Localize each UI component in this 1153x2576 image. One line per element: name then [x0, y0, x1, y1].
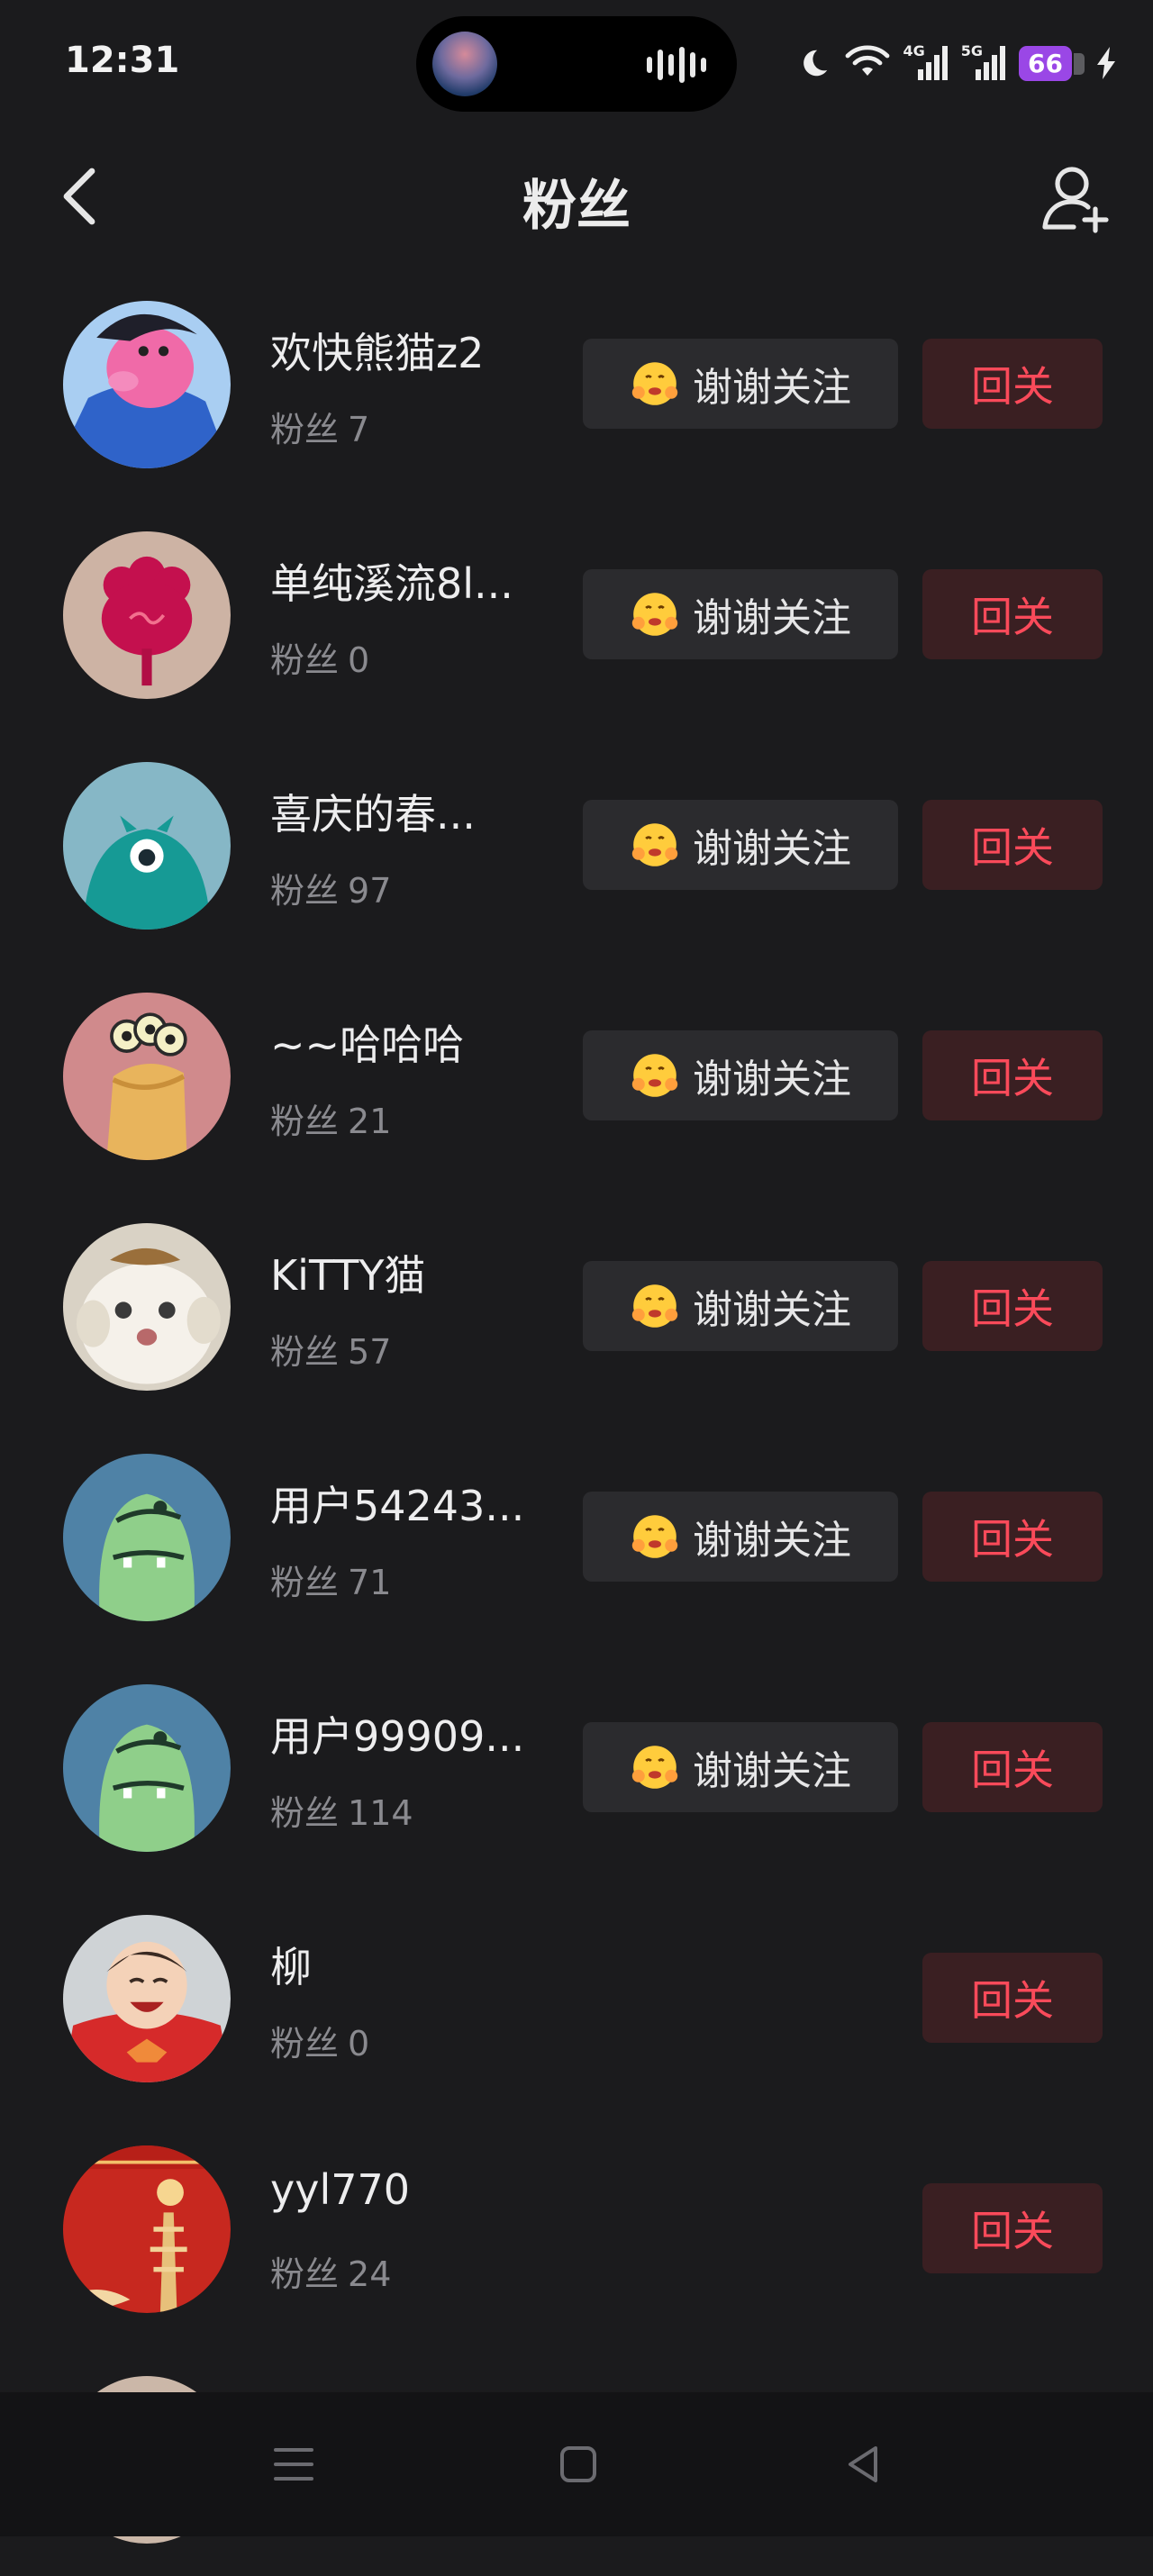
follow-back-button[interactable]: 回关: [922, 569, 1103, 659]
system-icons: 4G 5G 66: [797, 36, 1118, 90]
fans-count-text: 粉丝 114: [270, 1793, 413, 1833]
home-button[interactable]: [551, 2437, 605, 2491]
list-item[interactable]: 用户54243... 粉丝 71 谢谢关注 回关: [0, 1423, 1153, 1654]
thanks-follow-button[interactable]: 谢谢关注: [583, 1030, 898, 1120]
menu-icon: [274, 2448, 313, 2481]
avatar[interactable]: [63, 993, 231, 1160]
fans-count-text: 粉丝 21: [270, 1102, 392, 1141]
page-header: 粉丝: [0, 126, 1153, 270]
add-friend-button[interactable]: [1036, 159, 1117, 240]
list-item[interactable]: KiTTY猫 粉丝 57 谢谢关注 回关: [0, 1193, 1153, 1423]
dynamic-island[interactable]: [416, 16, 737, 112]
user-name: 用户99909...: [270, 1712, 525, 1761]
fans-count-text: 粉丝 57: [270, 1332, 392, 1372]
hug-emoji-icon: [631, 362, 678, 405]
list-item[interactable]: 喜庆的春... 粉丝 97 谢谢关注 回关: [0, 731, 1153, 962]
user-name: 用户54243...: [270, 1482, 525, 1530]
avatar[interactable]: [63, 301, 231, 468]
system-navigation-bar: [0, 2392, 1153, 2536]
moon-icon: [797, 46, 831, 80]
menu-button[interactable]: [267, 2437, 321, 2491]
thanks-follow-button[interactable]: 谢谢关注: [583, 569, 898, 659]
user-name: yyl770: [270, 2165, 411, 2214]
thanks-label: 谢谢关注: [693, 595, 851, 641]
status-time: 12:31: [65, 40, 180, 81]
battery-indicator: 66: [1019, 45, 1085, 81]
list-item[interactable]: yyl770 粉丝 24 回关: [0, 2115, 1153, 2345]
avatar[interactable]: [63, 762, 231, 930]
signal-4g-icon: 4G: [903, 42, 949, 80]
user-name: KiTTY猫: [270, 1251, 426, 1300]
follow-back-button[interactable]: 回关: [922, 1492, 1103, 1582]
list-item[interactable]: ~~哈哈哈 粉丝 21 谢谢关注 回关: [0, 962, 1153, 1193]
list-item[interactable]: 用户99909... 粉丝 114 谢谢关注 回关: [0, 1654, 1153, 1884]
follow-back-button[interactable]: 回关: [922, 1953, 1103, 2043]
hug-emoji-icon: [631, 593, 678, 636]
audio-wave-icon: [647, 47, 706, 83]
user-name: 欢快熊猫z2: [270, 329, 485, 377]
hug-emoji-icon: [631, 1515, 678, 1558]
thanks-label: 谢谢关注: [693, 365, 851, 411]
network-4g-label: 4G: [903, 41, 925, 59]
hug-emoji-icon: [631, 823, 678, 866]
fans-list: 欢快熊猫z2 粉丝 7 谢谢关注 回关 单纯溪流8l... 粉丝 0 谢谢关注 回关…: [0, 270, 1153, 2576]
fans-count-text: 粉丝 0: [270, 640, 370, 680]
status-bar: 12:31 4G 5G 66: [0, 0, 1153, 126]
thanks-label: 谢谢关注: [693, 1057, 851, 1102]
media-thumbnail: [432, 32, 497, 96]
hug-emoji-icon: [631, 1054, 678, 1097]
avatar[interactable]: [63, 1454, 231, 1621]
user-name: 喜庆的春...: [270, 790, 476, 839]
avatar[interactable]: [63, 2145, 231, 2313]
network-5g-label: 5G: [960, 41, 984, 59]
list-item[interactable]: 柳 粉丝 0 回关: [0, 1884, 1153, 2115]
follow-back-button[interactable]: 回关: [922, 1030, 1103, 1120]
user-name: 柳: [270, 1943, 312, 1991]
avatar[interactable]: [63, 1684, 231, 1852]
fans-count-text: 粉丝 7: [270, 410, 370, 449]
list-item[interactable]: 欢快熊猫z2 粉丝 7 谢谢关注 回关: [0, 270, 1153, 501]
thanks-follow-button[interactable]: 谢谢关注: [583, 800, 898, 890]
follow-back-button[interactable]: 回关: [922, 339, 1103, 429]
thanks-follow-button[interactable]: 谢谢关注: [583, 339, 898, 429]
page-title: 粉丝: [522, 175, 631, 238]
user-name: 单纯溪流8l...: [270, 559, 513, 608]
thanks-label: 谢谢关注: [693, 1518, 851, 1564]
thanks-label: 谢谢关注: [693, 1287, 851, 1333]
wifi-icon: [844, 45, 891, 81]
follow-back-button[interactable]: 回关: [922, 800, 1103, 890]
avatar[interactable]: [63, 531, 231, 699]
thanks-follow-button[interactable]: 谢谢关注: [583, 1492, 898, 1582]
thanks-follow-button[interactable]: 谢谢关注: [583, 1261, 898, 1351]
add-user-icon: [1042, 167, 1109, 233]
signal-5g-icon: 5G: [961, 42, 1006, 80]
home-square-icon: [560, 2446, 596, 2482]
thanks-label: 谢谢关注: [693, 826, 851, 872]
fans-count-text: 粉丝 0: [270, 2024, 370, 2064]
fans-count-text: 粉丝 97: [270, 871, 392, 911]
hug-emoji-icon: [631, 1284, 678, 1328]
follow-back-button[interactable]: 回关: [922, 1722, 1103, 1812]
avatar[interactable]: [63, 1915, 231, 2082]
system-back-button[interactable]: [836, 2437, 890, 2491]
list-item[interactable]: 单纯溪流8l... 粉丝 0 谢谢关注 回关: [0, 501, 1153, 731]
fans-count-text: 粉丝 24: [270, 2254, 392, 2294]
follow-back-button[interactable]: 回关: [922, 2183, 1103, 2273]
follow-back-button[interactable]: 回关: [922, 1261, 1103, 1351]
avatar[interactable]: [63, 1223, 231, 1391]
hug-emoji-icon: [631, 1746, 678, 1789]
thanks-label: 谢谢关注: [693, 1748, 851, 1794]
back-triangle-icon: [849, 2446, 877, 2482]
thanks-follow-button[interactable]: 谢谢关注: [583, 1722, 898, 1812]
charging-bolt-icon: [1097, 47, 1117, 79]
fans-count-text: 粉丝 71: [270, 1563, 392, 1602]
user-name: ~~哈哈哈: [270, 1020, 465, 1069]
